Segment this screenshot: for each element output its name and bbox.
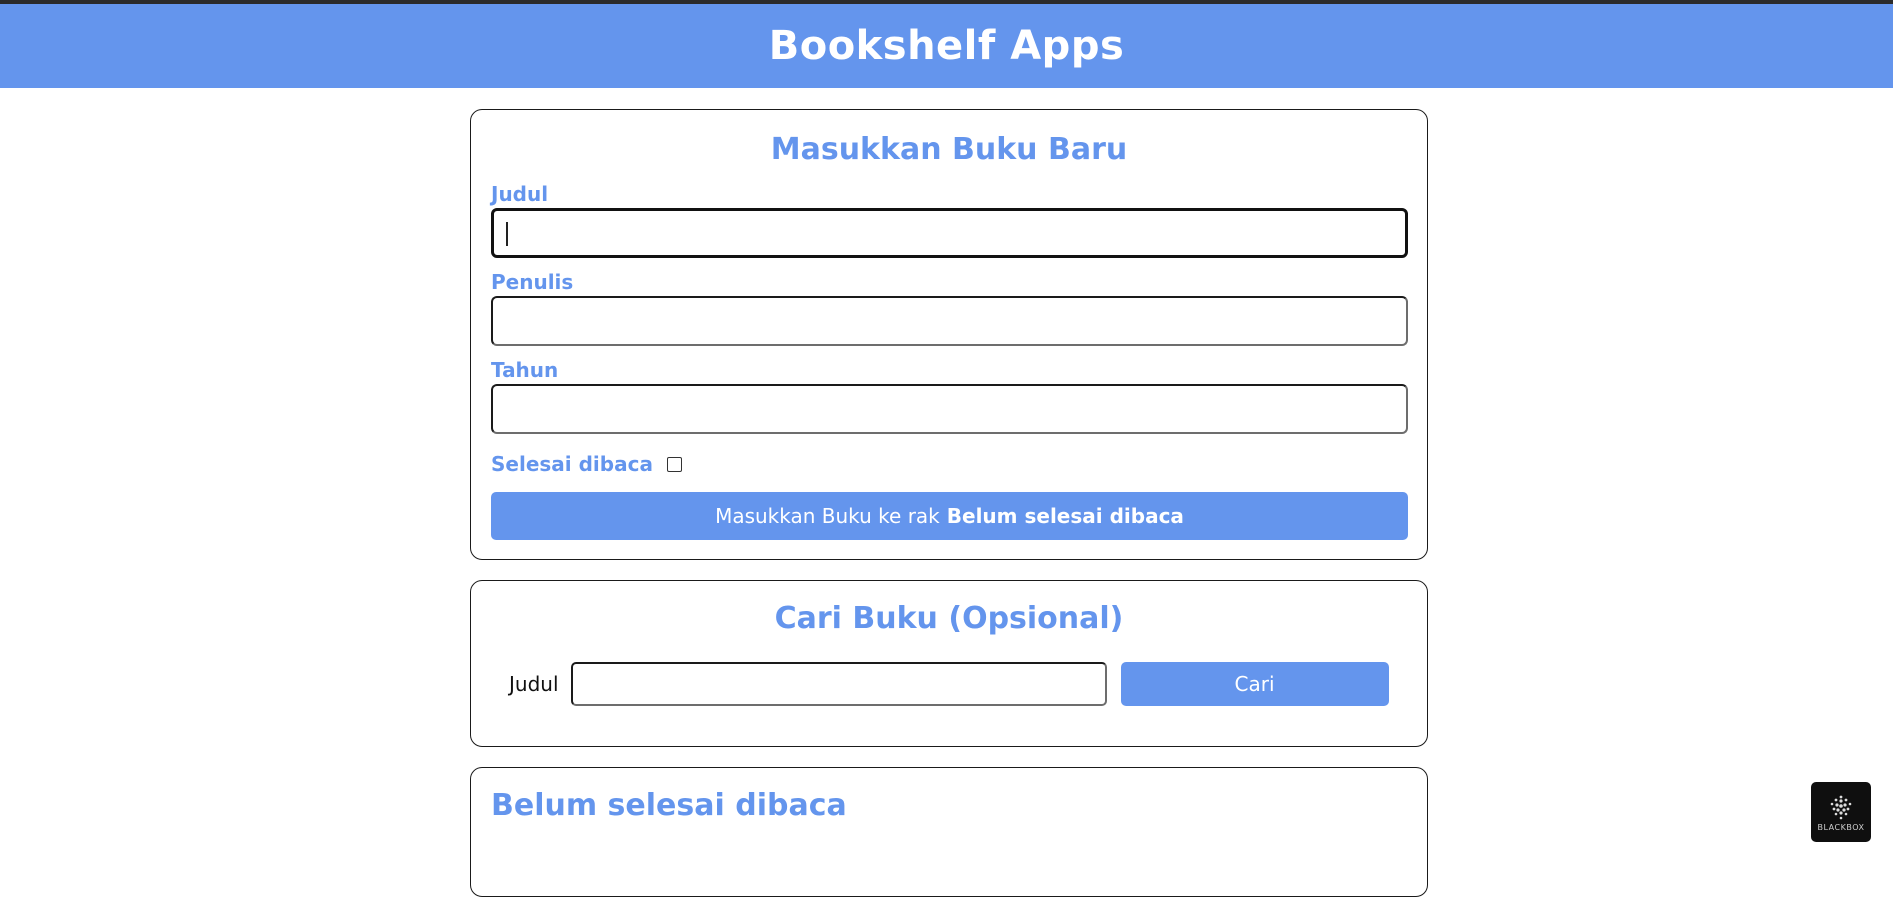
submit-button-shelf: Belum selesai dibaca [946,504,1184,528]
search-row: Judul Cari [509,662,1389,706]
title-input[interactable] [491,208,1408,258]
complete-checkbox[interactable] [666,456,682,472]
input-book-section: Masukkan Buku Baru Judul Penulis Tahun S… [470,109,1428,560]
search-input[interactable] [570,662,1107,706]
incomplete-shelf-section: Belum selesai dibaca [470,767,1428,897]
submit-button-prefix: Masukkan Buku ke rak [715,504,940,528]
author-input[interactable] [491,296,1408,346]
dots-logo-icon [1830,795,1852,819]
complete-label: Selesai dibaca [491,452,653,476]
blackbox-badge[interactable]: BLACKBOX [1811,782,1871,842]
author-label: Penulis [491,270,574,294]
text-caret [506,222,508,246]
input-section-title: Masukkan Buku Baru [770,132,1128,167]
search-section-title: Cari Buku (Opsional) [774,601,1124,636]
incomplete-shelf-title: Belum selesai dibaca [491,788,847,823]
title-label: Judul [491,182,549,206]
search-book-section: Cari Buku (Opsional) Judul Cari [470,580,1428,747]
badge-text: BLACKBOX [1817,822,1865,832]
app-header: Bookshelf Apps [0,4,1893,88]
app-title: Bookshelf Apps [768,23,1125,69]
search-button[interactable]: Cari [1120,662,1389,706]
search-label: Judul [509,672,559,696]
submit-book-button[interactable]: Masukkan Buku ke rak Belum selesai dibac… [491,492,1408,540]
year-label: Tahun [491,358,559,382]
year-input[interactable] [491,384,1408,434]
complete-row: Selesai dibaca [491,452,682,476]
